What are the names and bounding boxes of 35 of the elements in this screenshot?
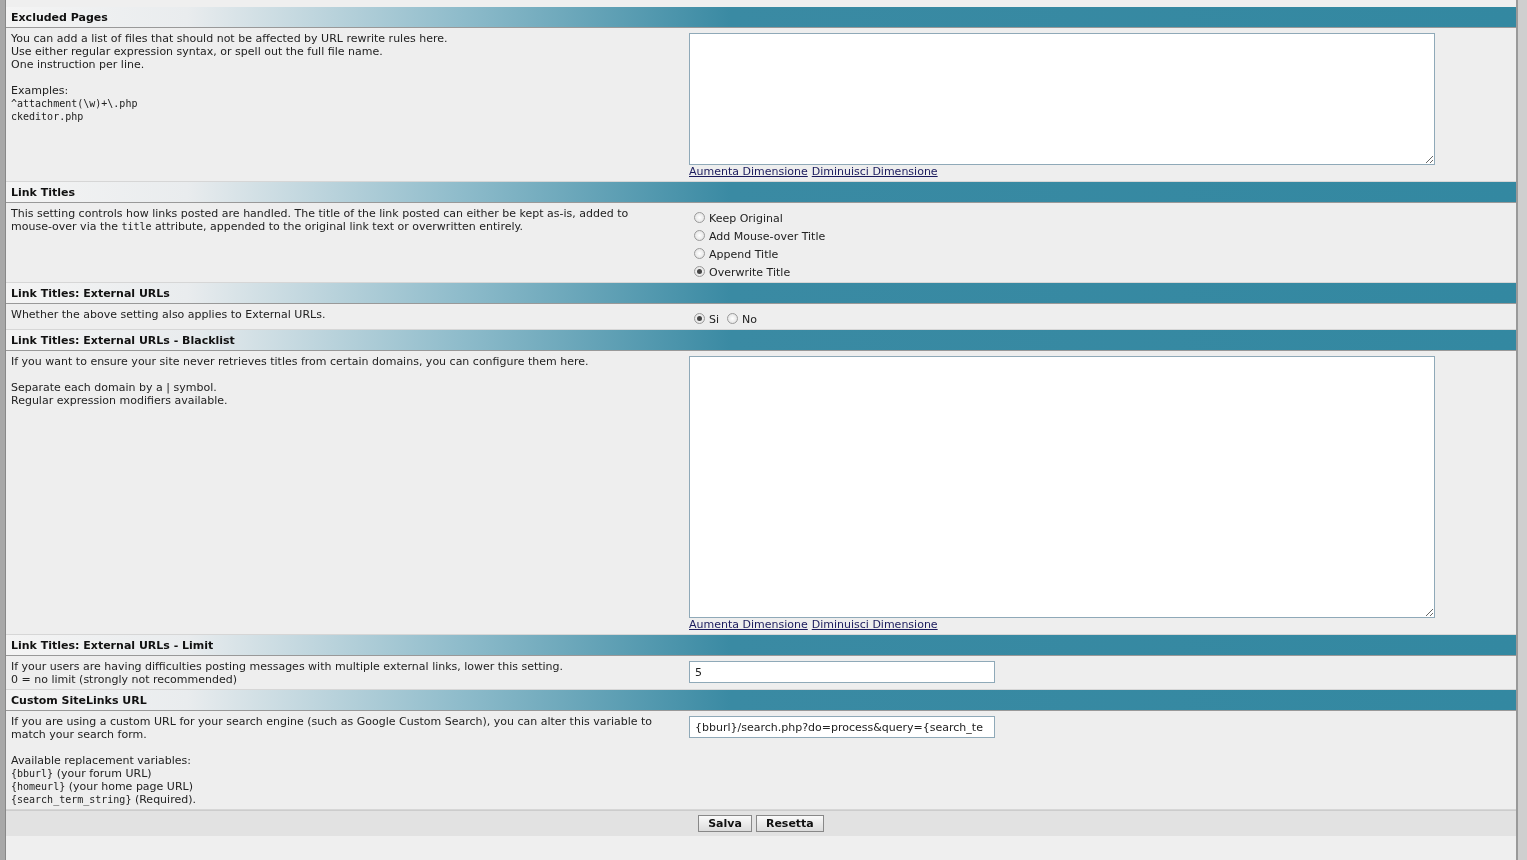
radio-button[interactable] xyxy=(694,265,705,277)
radio-label[interactable]: Si xyxy=(709,313,720,326)
radio-button[interactable] xyxy=(727,312,739,324)
section-header: Link Titles: External URLs - Blacklist xyxy=(6,330,1516,351)
description-text: Examples: ^attachment(\w)+\.php ckeditor.php xyxy=(11,84,139,123)
section-header: Link Titles xyxy=(6,182,1516,203)
section-header: Excluded Pages xyxy=(6,7,1516,28)
radio-label[interactable]: Keep Original xyxy=(709,212,783,225)
description-text: This setting controls how links posted are handled. The title of the link posted can either be kept as-is, added to mouse-over via the title attribute, appended to the original link text or overwritten entirely. xyxy=(11,207,630,233)
resize-link[interactable]: Aumenta Dimensione xyxy=(689,618,808,631)
description-text: If you want to ensure your site never retrieves titles from certain domains, you can configure them here. xyxy=(11,355,590,368)
radio-label[interactable]: Overwrite Title xyxy=(709,266,791,279)
radio-label[interactable]: Add Mouse-over Title xyxy=(709,230,826,243)
form-button[interactable]: Resetta xyxy=(755,815,824,832)
radio-button[interactable] xyxy=(694,312,705,324)
description-text: You can add a list of files that should not be affected by URL rewrite rules here. Use either regular expression syntax, or spell out the full file name. One instruction per line. xyxy=(11,32,449,71)
radio-label[interactable]: No xyxy=(742,313,757,326)
radio-label[interactable]: Append Title xyxy=(709,248,779,261)
description-text: Separate each domain by a | symbol. Regular expression modifiers available. xyxy=(11,381,229,407)
description-text: If you are using a custom URL for your search engine (such as Google Custom Search), you can alter this variable to match your search form. xyxy=(11,715,654,741)
description-text: Available replacement variables: {bburl} (your forum URL) {homeurl} (your home page URL) {search_term_string} (Required). xyxy=(11,754,197,806)
input-field[interactable]: {bburl}/search.php?do=process&query={search_te xyxy=(689,716,995,738)
resize-link[interactable]: Diminuisci Dimensione xyxy=(811,165,938,178)
radio-button[interactable] xyxy=(694,247,705,259)
description-text: If your users are having difficulties posting messages with multiple external links, lower this setting. 0 = no limit (strongly not recommended) xyxy=(11,660,565,686)
input-field[interactable]: 5 xyxy=(689,661,995,683)
section-header: Custom SiteLinks URL xyxy=(6,690,1516,711)
description-text: Whether the above setting also applies to External URLs. xyxy=(11,308,327,321)
section-header: Link Titles: External URLs xyxy=(6,283,1516,304)
resize-link[interactable]: Aumenta Dimensione xyxy=(689,165,808,178)
radio-button[interactable] xyxy=(694,229,705,241)
radio-button[interactable] xyxy=(694,211,705,223)
section-header: Link Titles: External URLs - Limit xyxy=(6,635,1516,656)
resize-link[interactable]: Diminuisci Dimensione xyxy=(811,618,938,631)
form-button[interactable]: Salva xyxy=(698,815,752,832)
